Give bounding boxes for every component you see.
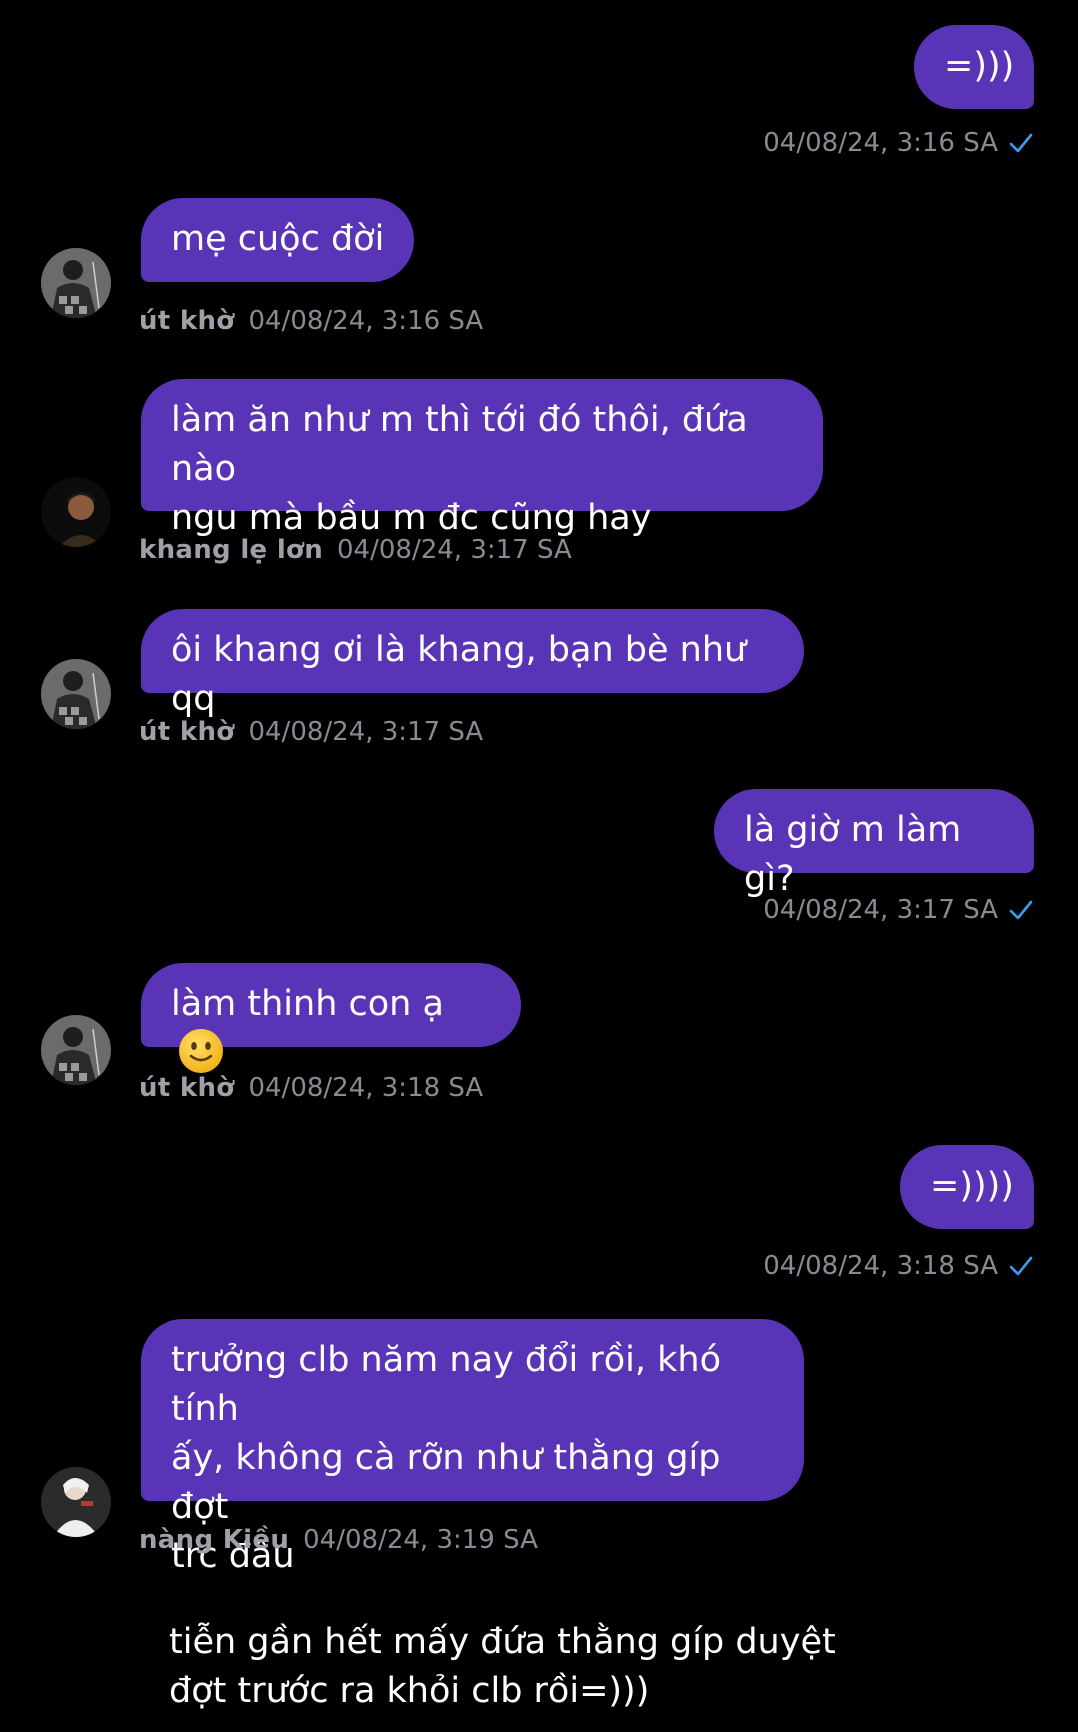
message-meta: 04/08/24, 3:16 SA [763, 128, 1034, 158]
message-timestamp: 04/08/24, 3:17 SA [337, 535, 572, 565]
message-bubble-incoming[interactable]: làm ăn như m thì tới đó thôi, đứa nào ng… [141, 379, 823, 538]
message-timestamp: 04/08/24, 3:18 SA [248, 1073, 484, 1103]
sender-name[interactable]: khang lẹ lơn [139, 535, 323, 565]
avatar-ut-kho[interactable] [41, 248, 111, 318]
chat-thread: =))) 04/08/24, 3:16 SA mẹ cuộc đời út kh… [0, 0, 1078, 1732]
avatar-khang[interactable] [41, 477, 111, 547]
message-bubble-incoming[interactable]: ôi khang ơi là khang, bạn bè như qq [141, 609, 804, 719]
avatar-image [41, 1467, 111, 1537]
avatar-nang-kieu[interactable] [41, 1467, 111, 1537]
message-text: =)))) [930, 1166, 1014, 1206]
check-icon [1009, 133, 1033, 153]
message-timestamp: 04/08/24, 3:19 SA [303, 1525, 538, 1555]
message-text: ấy, không cà rỡn như thằng gíp đợt [171, 1438, 721, 1527]
avatar-image [41, 659, 111, 729]
message-text: =))) [944, 46, 1015, 86]
message-text: là giờ m làm gì? [744, 810, 962, 899]
message-text: đợt trước ra khỏi clb rồi=))) [169, 1671, 650, 1711]
sender-name[interactable]: nàng Kiều [139, 1525, 289, 1555]
message-bubble-outgoing[interactable]: =))) [914, 25, 1034, 109]
avatar-image [41, 1015, 111, 1085]
message-text-partial[interactable]: tiễn gần hết mấy đứa thằng gíp duyệt đợt… [169, 1618, 836, 1716]
message-meta: út khờ 04/08/24, 3:16 SA [139, 306, 483, 336]
message-timestamp: 04/08/24, 3:17 SA [763, 895, 998, 925]
message-timestamp: 04/08/24, 3:16 SA [248, 306, 484, 336]
message-text: làm ăn như m thì tới đó thôi, đứa nào [171, 400, 748, 489]
message-bubble-outgoing[interactable]: =)))) [900, 1145, 1034, 1229]
message-meta: 04/08/24, 3:17 SA [763, 895, 1034, 925]
message-text: ôi khang ơi là khang, bạn bè như qq [171, 630, 747, 719]
message-meta: út khờ 04/08/24, 3:18 SA [139, 1073, 483, 1103]
message-timestamp: 04/08/24, 3:16 SA [763, 128, 998, 158]
message-bubble-incoming[interactable]: mẹ cuộc đời [141, 198, 415, 282]
sender-name[interactable]: út khờ [139, 306, 234, 336]
message-bubble-outgoing[interactable]: là giờ m làm gì? [714, 789, 1034, 899]
message-meta: khang lẹ lơn 04/08/24, 3:17 SA [139, 535, 572, 565]
avatar-ut-kho[interactable] [41, 1015, 111, 1085]
check-icon [1009, 1256, 1033, 1276]
message-timestamp: 04/08/24, 3:18 SA [763, 1251, 998, 1281]
message-meta: 04/08/24, 3:18 SA [763, 1251, 1034, 1281]
message-bubble-incoming[interactable]: làm thinh con ạ [141, 963, 521, 1073]
message-text: làm thinh con ạ [171, 984, 444, 1024]
message-text: tiễn gần hết mấy đứa thằng gíp duyệt [169, 1622, 836, 1662]
avatar-image [41, 248, 111, 318]
message-text: trưởng clb năm nay đổi rồi, khó tính [171, 1340, 721, 1429]
sender-name[interactable]: út khờ [139, 1073, 234, 1103]
check-icon [1009, 900, 1033, 920]
avatar-ut-kho[interactable] [41, 659, 111, 729]
message-meta: út khờ 04/08/24, 3:17 SA [139, 717, 483, 747]
message-bubble-incoming[interactable]: trưởng clb năm nay đổi rồi, khó tính ấy,… [141, 1319, 804, 1576]
slightly-smiling-face-icon [179, 1029, 223, 1073]
message-timestamp: 04/08/24, 3:17 SA [248, 717, 484, 747]
message-meta: nàng Kiều 04/08/24, 3:19 SA [139, 1525, 538, 1555]
message-text: mẹ cuộc đời [171, 219, 385, 259]
sender-name[interactable]: út khờ [139, 717, 234, 747]
avatar-image [41, 477, 111, 547]
